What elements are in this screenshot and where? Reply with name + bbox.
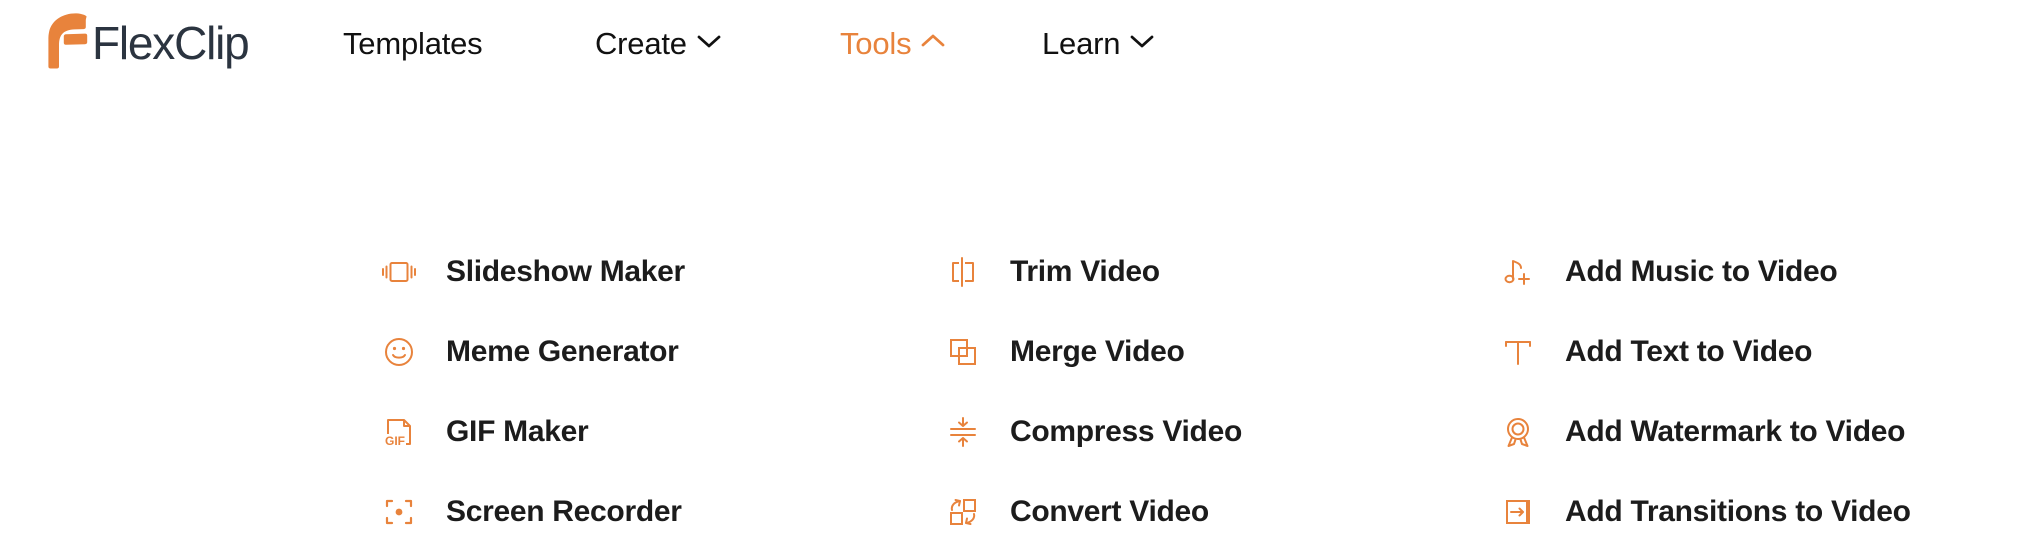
tool-label: Add Watermark to Video (1565, 415, 1906, 448)
tools-column-1: Slideshow Maker Meme Generator GIF GIF M… (378, 246, 685, 538)
tool-label: Add Text to Video (1565, 335, 1813, 368)
trim-icon (942, 251, 984, 293)
nav-item-create[interactable]: Create (595, 0, 722, 86)
nav-label-templates: Templates (343, 25, 483, 61)
tool-label: Screen Recorder (446, 495, 682, 528)
nav-item-templates[interactable]: Templates (343, 0, 483, 86)
tool-item-gif-maker[interactable]: GIF GIF Maker (378, 406, 685, 458)
tool-item-add-transitions-to-video[interactable]: Add Transitions to Video (1497, 486, 1911, 538)
tool-item-convert-video[interactable]: Convert Video (942, 486, 1242, 538)
tool-label: Trim Video (1010, 255, 1160, 288)
nav-label-create: Create (595, 25, 687, 61)
nav-label-tools: Tools (840, 25, 912, 61)
tool-label: Convert Video (1010, 495, 1209, 528)
tool-label: Meme Generator (446, 335, 679, 368)
nav-label-learn: Learn (1042, 25, 1121, 61)
chevron-down-icon (696, 33, 722, 54)
chevron-down-icon (1129, 33, 1155, 54)
chevron-up-icon (920, 33, 946, 54)
screen-record-icon (378, 491, 420, 533)
tools-column-3: Add Music to Video Add Text to Video Add… (1497, 246, 1911, 538)
tool-item-add-music-to-video[interactable]: Add Music to Video (1497, 246, 1911, 298)
slideshow-icon (378, 251, 420, 293)
tool-item-compress-video[interactable]: Compress Video (942, 406, 1242, 458)
tool-label: Add Music to Video (1565, 255, 1838, 288)
site-header: FlexClip Templates Create Tools Learn (0, 0, 2024, 86)
flexclip-f-mark-icon (38, 12, 90, 75)
tools-column-2: Trim Video Merge Video Compress Video Co… (942, 246, 1242, 538)
tools-dropdown-panel: Slideshow Maker Meme Generator GIF GIF M… (0, 96, 2024, 544)
text-t-icon (1497, 331, 1539, 373)
transition-arrow-icon (1497, 491, 1539, 533)
flexclip-page: FlexClip Templates Create Tools Learn Sl… (0, 0, 2024, 544)
tool-item-meme-generator[interactable]: Meme Generator (378, 326, 685, 378)
watermark-badge-icon (1497, 411, 1539, 453)
tool-item-slideshow-maker[interactable]: Slideshow Maker (378, 246, 685, 298)
tool-item-add-text-to-video[interactable]: Add Text to Video (1497, 326, 1911, 378)
tool-item-screen-recorder[interactable]: Screen Recorder (378, 486, 685, 538)
tool-label: Merge Video (1010, 335, 1185, 368)
music-note-plus-icon (1497, 251, 1539, 293)
tool-item-add-watermark-to-video[interactable]: Add Watermark to Video (1497, 406, 1911, 458)
flexclip-logo[interactable]: FlexClip (38, 12, 250, 75)
gif-file-icon: GIF (378, 411, 420, 453)
tool-label: Slideshow Maker (446, 255, 685, 288)
nav-item-tools[interactable]: Tools (840, 0, 946, 86)
tool-item-merge-video[interactable]: Merge Video (942, 326, 1242, 378)
tool-label: Add Transitions to Video (1565, 495, 1911, 528)
smiley-face-icon (378, 331, 420, 373)
compress-arrows-icon (942, 411, 984, 453)
nav-item-learn[interactable]: Learn (1042, 0, 1155, 86)
tool-label: GIF Maker (446, 415, 589, 448)
tool-item-trim-video[interactable]: Trim Video (942, 246, 1242, 298)
svg-text:GIF: GIF (385, 434, 405, 448)
convert-squares-icon (942, 491, 984, 533)
tool-label: Compress Video (1010, 415, 1242, 448)
flexclip-wordmark: FlexClip (92, 17, 250, 69)
merge-squares-icon (942, 331, 984, 373)
